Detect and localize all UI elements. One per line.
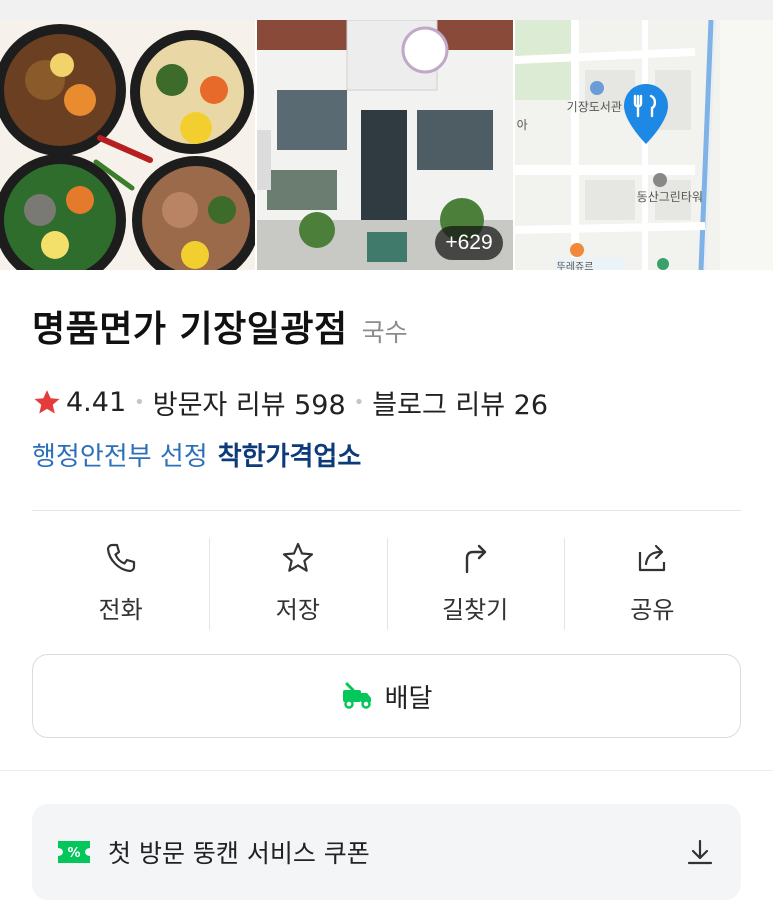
call-button[interactable]: 전화 <box>32 530 209 634</box>
map-label-a: 아 <box>516 118 528 132</box>
map-label-library: 기장도서관 <box>566 100 622 114</box>
delivery-label: 배달 <box>384 683 433 714</box>
share-icon <box>639 544 666 571</box>
coupon-ticket-icon: % <box>58 841 90 863</box>
blog-reviews-link[interactable]: 블로그 리뷰 26 <box>372 383 548 422</box>
separator-dot: • <box>353 391 365 413</box>
place-detail-page: +629 기장도서관 동산그린타워 아 뚜레쥬르 명품면가 기장일광점 국수 4… <box>0 0 773 922</box>
download-icon[interactable] <box>685 837 715 867</box>
cert-prefix: 행정안전부 선정 <box>32 441 208 472</box>
photo-strip: +629 기장도서관 동산그린타워 아 뚜레쥬르 <box>0 20 773 270</box>
directions-button[interactable]: 길찾기 <box>386 530 564 634</box>
save-label: 저장 <box>275 595 320 624</box>
cert-name: 착한가격업소 <box>217 441 362 472</box>
map-label-tower: 동산그린타워 <box>636 190 703 204</box>
phone-icon <box>106 543 135 572</box>
directions-label: 길찾기 <box>442 595 509 624</box>
coupon-text: 첫 방문 뚱캔 서비스 쿠폰 <box>108 839 370 868</box>
photo-storefront[interactable]: +629 <box>257 20 513 270</box>
share-label: 공유 <box>630 595 675 624</box>
star-outline-icon <box>282 542 313 572</box>
coupon-banner[interactable]: % 첫 방문 뚱캔 서비스 쿠폰 <box>32 804 741 900</box>
rating-value: 4.41 <box>66 386 127 418</box>
map-pin-icon <box>623 84 668 144</box>
directions-icon <box>465 544 487 573</box>
divider <box>32 510 741 511</box>
section-divider <box>0 770 773 771</box>
food-photo-image <box>0 20 256 270</box>
certification-row[interactable]: 행정안전부 선정 착한가격업소 <box>32 434 361 474</box>
svg-text:%: % <box>67 846 80 861</box>
place-category: 국수 <box>361 318 408 347</box>
more-photos-badge[interactable]: +629 <box>435 226 503 260</box>
action-bar: 전화 저장 길찾기 공유 <box>32 530 741 634</box>
title-row: 명품면가 기장일광점 국수 <box>32 300 408 360</box>
share-button[interactable]: 공유 <box>563 530 741 634</box>
star-icon <box>34 390 60 414</box>
visitor-reviews-link[interactable]: 방문자 리뷰 598 <box>153 383 346 422</box>
delivery-button[interactable]: 배달 <box>32 654 741 738</box>
place-name: 명품면가 기장일광점 <box>32 309 348 350</box>
call-label: 전화 <box>98 595 143 624</box>
delivery-truck-icon <box>342 682 371 709</box>
top-strip <box>0 0 773 20</box>
map-label-bakery: 뚜레쥬르 <box>556 262 594 270</box>
rating-review-row: 4.41 • 방문자 리뷰 598 • 블로그 리뷰 26 <box>32 382 548 422</box>
save-button[interactable]: 저장 <box>209 530 386 634</box>
map-thumbnail[interactable]: 기장도서관 동산그린타워 아 동 뚜레쥬르 <box>514 20 773 270</box>
photo-food[interactable] <box>0 20 256 270</box>
separator-dot: • <box>134 391 145 413</box>
